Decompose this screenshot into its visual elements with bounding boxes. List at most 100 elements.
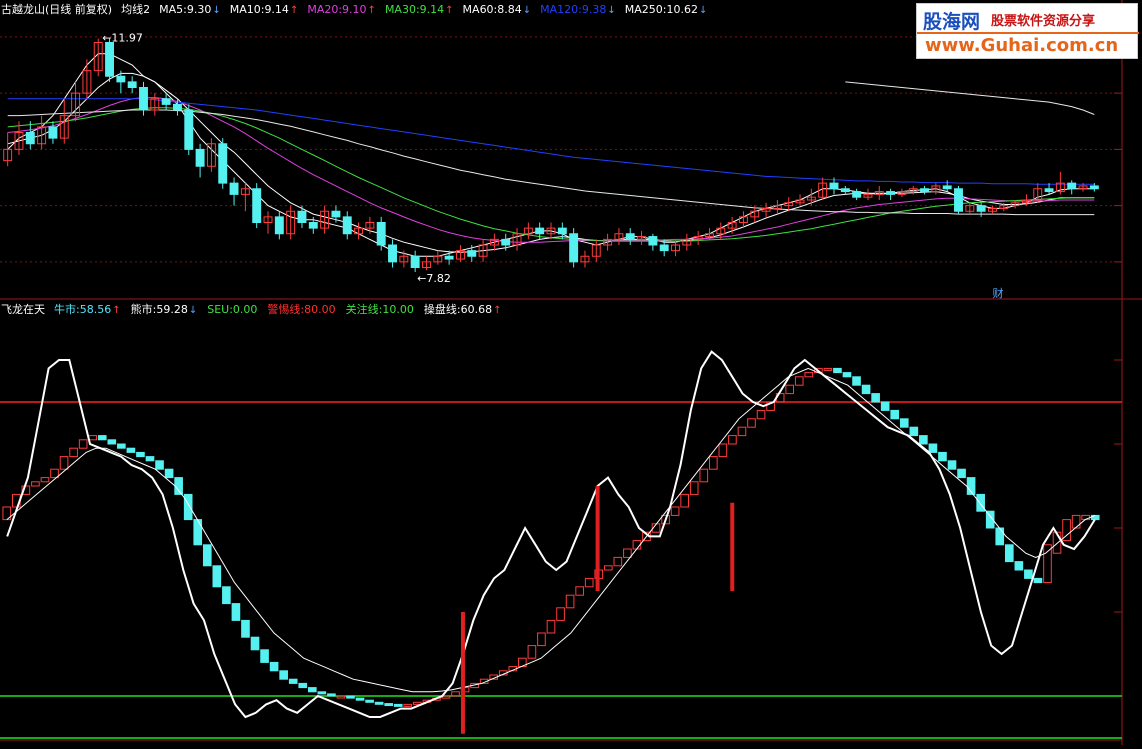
indicator-bar [365,699,374,703]
indicator-bar [78,439,88,449]
indicator-bar [222,586,231,605]
candle-body [886,191,896,195]
candle-body [184,109,194,150]
candle-body [274,216,284,235]
ma-item-0: MA5:9.30↓ [159,2,221,19]
candle-body [410,255,420,268]
indicator-bar [250,636,260,651]
stock-title: 古越龙山(日线 前复权) [1,3,113,16]
candle-body [105,42,114,77]
indicator-bar [317,691,327,695]
indicator-bar [1033,577,1043,584]
indicator-bar [861,384,871,395]
ma-item-1: MA10:9.14↑ [230,2,299,19]
indicator-bar [680,493,689,508]
ma-item-2: MA20:9.10↑ [307,2,376,19]
indicator-bar [957,468,966,479]
watermark-url: www.Guhai.com.cn [925,35,1119,56]
indicator-bar [1024,569,1033,579]
candle-body [444,255,454,260]
indicator-bar [212,565,222,588]
candle-body [535,227,545,235]
ma-line-ma30 [7,107,1095,242]
indicator-bar [298,682,308,689]
ind-item-0: 牛市:58.56↑ [54,302,121,319]
candle-body [127,81,137,88]
indicator-bar [355,697,365,701]
indicator-bar [699,468,709,483]
candle-body [1067,182,1077,190]
indicator-bar [1071,514,1081,529]
indicator-bar [584,577,594,588]
ma-item-4: MA60:8.84↓ [463,2,532,19]
stock-header: 古越龙山(日线 前复权) 均线2 MA5:9.30↓ MA10:9.14↑ MA20… [1,2,707,18]
ma-item-label: MA120: [540,2,582,16]
chart-canvas[interactable]: ←11.97 ←7.82 财 [0,0,1142,745]
arrow-up-icon: ↑ [289,4,299,16]
indicator-bar [899,418,909,428]
indicator-bar [670,506,680,516]
indicator-bar [117,443,126,449]
indicator-bar [527,645,537,659]
ind-item-4: 关注线:10.00 [346,302,414,319]
ma-item-3: MA30:9.14↑ [385,2,454,19]
candle-body [195,148,205,167]
candle-body [840,188,850,193]
indicator-bar [823,367,833,371]
ma-indicator-name: 均线2 [121,3,151,16]
indicator-bar [69,447,78,458]
candle-body [569,233,579,263]
ma-item-label: MA250: [624,2,667,16]
indicator-bar [833,367,842,374]
indicator-values: 牛市:58.56↑ 熊市:59.28↓ SEU:0.00 警惕线:80.00 关注线:1… [54,302,501,319]
indicator-bar [537,632,546,647]
ind-item-3: 警惕线:80.00 [267,302,335,319]
ind-item-value: 58.56 [79,302,112,316]
ma-item-label: MA5: [159,2,187,16]
ma-item-value: 9.14 [264,2,289,16]
ind-item-5: 操盘线:60.68↑ [424,302,502,319]
indicator-bar [890,409,900,420]
indicator-bar [202,544,212,567]
watermark-brand: 股海网 [923,11,981,33]
ma-item-label: MA20: [307,2,343,16]
ma-item-label: MA30: [384,2,420,16]
candle-body [1089,185,1099,190]
indicator-header: 飞龙在天 牛市:58.56↑ 熊市:59.28↓ SEU:0.00 警惕线:80.00… [1,302,501,318]
indicator-bar [575,586,584,596]
indicator-bar [260,649,269,663]
indicator-bar [928,443,938,453]
indicator-bar [107,439,117,445]
indicator-bar [403,703,413,707]
candle-body [139,87,148,111]
watermark-logo: 股海网 股票软件资源分享 www.Guhai.com.cn [916,3,1139,59]
indicator-bar [193,519,203,546]
ma-item-5: MA120:9.38↓ [540,2,616,19]
indicator-bar [737,426,747,437]
indicator-bar [995,527,1005,546]
indicator-bar [708,456,718,470]
operator-line [6,350,1096,719]
candle-body [976,205,986,212]
arrow-down-icon: ↓ [522,4,532,16]
candle-body [48,126,58,139]
candle-body [852,191,862,198]
indicator-bar [97,435,107,441]
watermark-slogan: 股票软件资源分享 [991,14,1096,29]
indicator-bar [747,418,756,428]
indicator-bar [40,477,50,483]
indicator-bar [756,409,766,420]
low-price-label: ←7.82 [417,272,451,285]
candle-body [116,75,126,83]
candle-body [920,188,930,193]
arrow-down-icon: ↓ [607,4,616,16]
indicator-bar [1004,544,1014,563]
ma-item-value: 9.10 [342,2,367,16]
ma-item-value: 10.62 [666,2,698,16]
finance-marker: 财 [992,286,1003,300]
ma-item-label: MA60: [462,2,498,16]
indicator-bar [393,703,403,707]
ind-item-value: 59.28 [156,302,188,316]
indicator-bar [441,695,451,699]
indicator-bar [1043,544,1052,584]
